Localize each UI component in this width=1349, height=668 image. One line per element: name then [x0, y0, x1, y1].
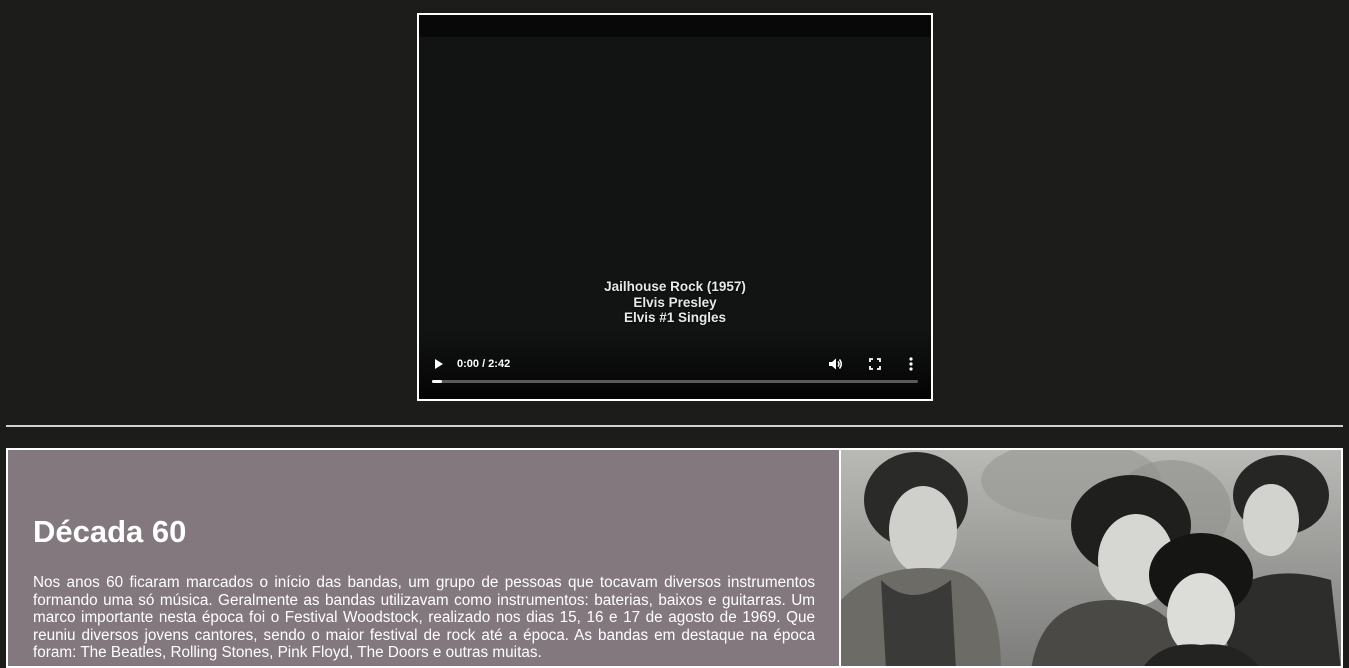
fullscreen-icon[interactable] — [867, 356, 883, 372]
decade-section: Década 60 Nos anos 60 ficaram marcados o… — [6, 448, 1343, 668]
decade-description: Nos anos 60 ficaram marcados o início da… — [33, 574, 815, 662]
video-letterbox — [419, 15, 931, 37]
video-progress-bar[interactable] — [432, 380, 918, 383]
video-caption-line: Jailhouse Rock (1957) — [604, 279, 746, 294]
more-vertical-icon[interactable] — [905, 356, 917, 372]
play-icon[interactable] — [432, 357, 446, 371]
video-caption-line: Elvis Presley — [633, 294, 717, 310]
video-controls: 0:00 / 2:42 — [419, 339, 931, 399]
decade-text-panel: Década 60 Nos anos 60 ficaram marcados o… — [8, 450, 839, 666]
video-player[interactable]: Jailhouse Rock (1957) Elvis Presley Elvi… — [417, 13, 933, 401]
band-photo — [841, 450, 1341, 666]
section-divider — [6, 425, 1343, 427]
decade-title: Década 60 — [33, 514, 187, 549]
volume-icon[interactable] — [827, 356, 843, 372]
video-time: 0:00 / 2:42 — [457, 358, 511, 370]
video-frame[interactable]: Jailhouse Rock (1957) Elvis Presley Elvi… — [419, 15, 931, 399]
video-caption-line: Elvis #1 Singles — [623, 310, 727, 325]
video-caption: Jailhouse Rock (1957) Elvis Presley Elvi… — [419, 279, 931, 326]
video-progress-fill — [432, 380, 442, 383]
